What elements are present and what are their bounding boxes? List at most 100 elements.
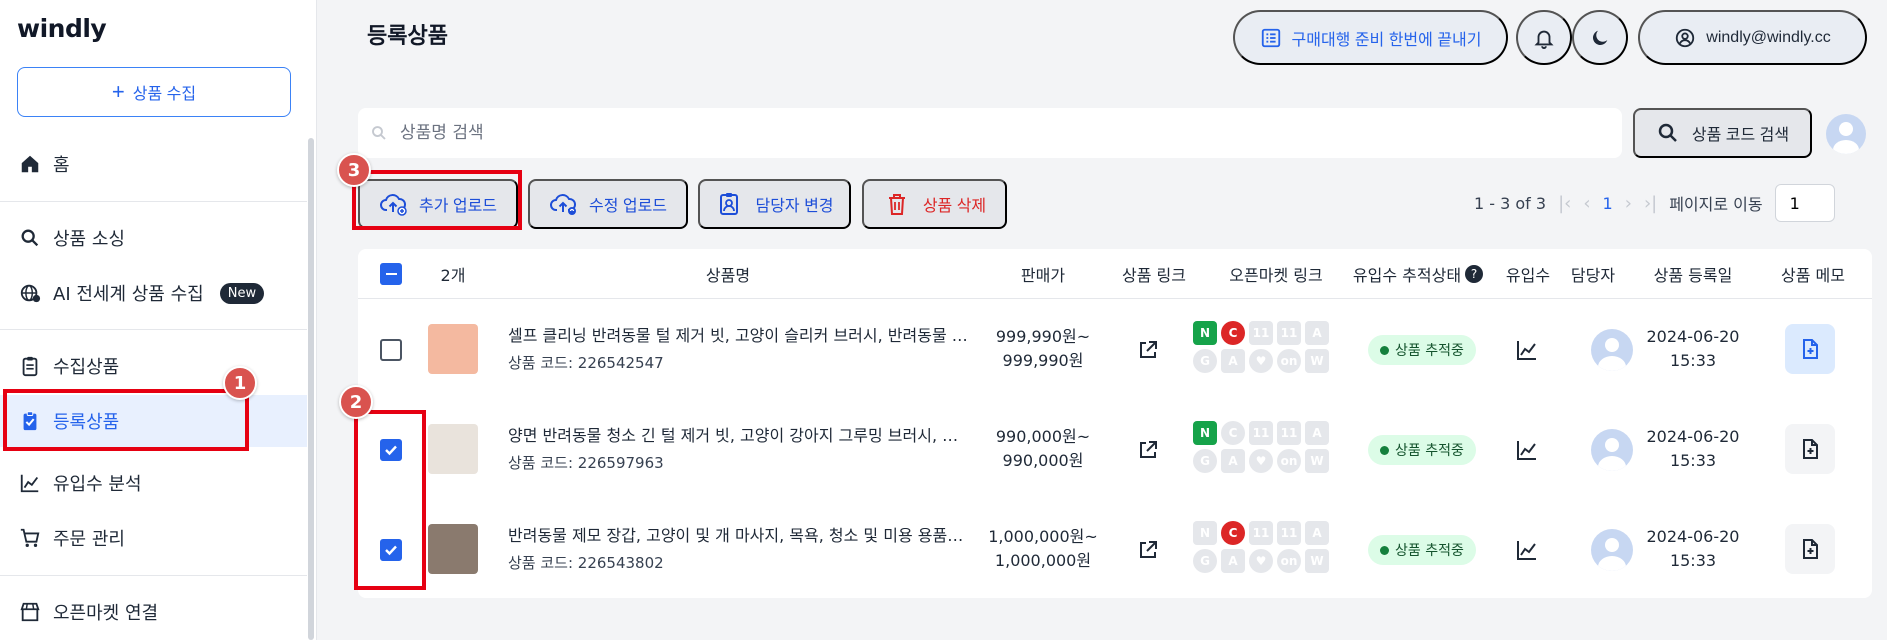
market-5-icon[interactable]: G: [1193, 349, 1217, 373]
market-2-icon[interactable]: 11: [1249, 321, 1273, 345]
market-5-icon[interactable]: G: [1193, 449, 1217, 473]
sidebar-item-collected[interactable]: 수집상품: [0, 340, 307, 392]
col-price: 판매가: [1020, 266, 1066, 285]
sidebar-item-registered[interactable]: 등록상품: [0, 395, 307, 447]
market-4-icon[interactable]: A: [1305, 421, 1329, 445]
product-code-search-button[interactable]: 상품 코드 검색: [1633, 108, 1812, 158]
globe-icon: [20, 284, 41, 303]
chart-line-icon: [1517, 341, 1536, 360]
market-7-icon[interactable]: ♥: [1249, 349, 1273, 373]
goto-page-input[interactable]: [1774, 184, 1835, 222]
market-2-icon[interactable]: 11: [1249, 421, 1273, 445]
market-8-icon[interactable]: on: [1277, 349, 1301, 373]
market-2-icon[interactable]: 11: [1249, 521, 1273, 545]
market-6-icon[interactable]: A: [1221, 549, 1245, 573]
table-row[interactable]: 양면 반려동물 청소 긴 털 제거 빗, 고양이 강아지 그루밍 브러시, 반려…: [358, 399, 1872, 499]
help-icon[interactable]: ?: [1465, 265, 1484, 283]
product-name-search-input[interactable]: [400, 123, 1622, 143]
market-8-icon[interactable]: on: [1277, 549, 1301, 573]
product-thumbnail[interactable]: [428, 524, 478, 574]
market-1-icon[interactable]: C: [1221, 421, 1245, 445]
sidebar-item-home[interactable]: 홈: [0, 138, 307, 190]
visits-chart-button[interactable]: [1513, 536, 1541, 564]
table-row[interactable]: 반려동물 제모 장갑, 고양이 및 개 마사지, 목욕, 청소 및 미용 용품,…: [358, 499, 1872, 599]
market-7-icon[interactable]: ♥: [1249, 549, 1273, 573]
memo-button[interactable]: [1785, 324, 1835, 374]
change-manager-button[interactable]: 담당자 변경: [698, 179, 851, 229]
row-checkbox[interactable]: [379, 438, 403, 462]
add-upload-button[interactable]: 추가 업로드: [358, 179, 518, 229]
sidebar-item-orders[interactable]: 주문 관리: [0, 512, 307, 564]
market-0-icon[interactable]: N: [1193, 421, 1217, 445]
prev-page-icon[interactable]: ‹: [1583, 193, 1590, 214]
product-link-button[interactable]: [1134, 336, 1162, 364]
market-9-icon[interactable]: W: [1305, 449, 1329, 473]
sidebar-item-label: 주문 관리: [53, 529, 125, 550]
bell-icon: [1534, 30, 1554, 49]
id-badge-icon: [720, 193, 739, 215]
manager-avatar[interactable]: [1591, 429, 1633, 471]
first-page-icon[interactable]: |‹: [1558, 193, 1571, 214]
product-price: 999,990원~ 999,990원: [983, 325, 1103, 373]
add-upload-label: 추가 업로드: [418, 198, 498, 215]
edit-upload-button[interactable]: 수정 업로드: [528, 179, 688, 229]
market-8-icon[interactable]: on: [1277, 449, 1301, 473]
market-7-icon[interactable]: ♥: [1249, 449, 1273, 473]
memo-button[interactable]: [1785, 424, 1835, 474]
market-links: N C 11 11 A G A ♥ on W: [1193, 321, 1329, 373]
windly-logo[interactable]: windly: [17, 14, 107, 43]
select-all-checkbox[interactable]: [379, 249, 403, 299]
visits-chart-button[interactable]: [1513, 436, 1541, 464]
row-checkbox[interactable]: [379, 338, 403, 362]
manager-avatar[interactable]: [1591, 329, 1633, 371]
notification-button[interactable]: [1516, 10, 1572, 65]
product-price: 1,000,000원~ 1,000,000원: [983, 525, 1103, 573]
market-9-icon[interactable]: W: [1305, 349, 1329, 373]
next-page-icon[interactable]: ›: [1625, 193, 1632, 214]
memo-button[interactable]: [1785, 524, 1835, 574]
avatar-icon: [1598, 438, 1626, 471]
market-4-icon[interactable]: A: [1305, 321, 1329, 345]
market-6-icon[interactable]: A: [1221, 449, 1245, 473]
sidebar-item-label: AI 전세계 상품 수집: [53, 284, 204, 305]
market-3-icon[interactable]: 11: [1277, 521, 1301, 545]
visits-chart-button[interactable]: [1513, 336, 1541, 364]
checkbox: [380, 339, 402, 361]
market-9-icon[interactable]: W: [1305, 549, 1329, 573]
sidebar-scrollbar[interactable]: [308, 138, 314, 640]
market-0-icon[interactable]: N: [1193, 321, 1217, 345]
product-link-button[interactable]: [1134, 536, 1162, 564]
sidebar-item-ai-global[interactable]: AI 전세계 상품 수집 New: [0, 267, 307, 319]
row-checkbox[interactable]: [379, 538, 403, 562]
product-thumbnail[interactable]: [428, 324, 478, 374]
sidebar-item-traffic[interactable]: 유입수 분석: [0, 457, 307, 509]
market-1-icon[interactable]: C: [1221, 521, 1245, 545]
product-name[interactable]: 셀프 클리닝 반려동물 털 제거 빗, 고양이 슬리커 브러시, 반려동물 털 …: [508, 322, 968, 346]
avatar[interactable]: [1826, 114, 1866, 154]
product-thumbnail[interactable]: [428, 424, 478, 474]
market-1-icon[interactable]: C: [1221, 321, 1245, 345]
guide-button[interactable]: 구매대행 준비 한번에 끝내기: [1233, 10, 1508, 65]
product-name[interactable]: 반려동물 제모 장갑, 고양이 및 개 마사지, 목욕, 청소 및 미용 용품,…: [508, 522, 968, 546]
step-badge-3: 3: [337, 153, 371, 187]
manager-avatar[interactable]: [1591, 529, 1633, 571]
market-3-icon[interactable]: 11: [1277, 321, 1301, 345]
delete-product-button[interactable]: 상품 삭제: [862, 179, 1007, 229]
cloud-sync-icon: [550, 194, 576, 215]
market-4-icon[interactable]: A: [1305, 521, 1329, 545]
product-name[interactable]: 양면 반려동물 청소 긴 털 제거 빗, 고양이 강아지 그루밍 브러시, 반려…: [508, 422, 968, 446]
sidebar-item-openmarket[interactable]: 오픈마켓 연결: [0, 586, 307, 638]
market-5-icon[interactable]: G: [1193, 549, 1217, 573]
current-page[interactable]: 1: [1603, 194, 1613, 213]
sidebar-item-sourcing[interactable]: 상품 소싱: [0, 212, 307, 264]
market-0-icon[interactable]: N: [1193, 521, 1217, 545]
market-6-icon[interactable]: A: [1221, 349, 1245, 373]
product-link-button[interactable]: [1134, 436, 1162, 464]
product-price: 990,000원~ 990,000원: [983, 425, 1103, 473]
account-menu-button[interactable]: windly@windly.cc: [1638, 10, 1867, 65]
market-3-icon[interactable]: 11: [1277, 421, 1301, 445]
collect-product-button[interactable]: + 상품 수집: [17, 67, 291, 117]
dark-mode-toggle[interactable]: [1572, 10, 1628, 65]
last-page-icon[interactable]: ›|: [1644, 193, 1657, 214]
table-row[interactable]: 셀프 클리닝 반려동물 털 제거 빗, 고양이 슬리커 브러시, 반려동물 털 …: [358, 299, 1872, 399]
